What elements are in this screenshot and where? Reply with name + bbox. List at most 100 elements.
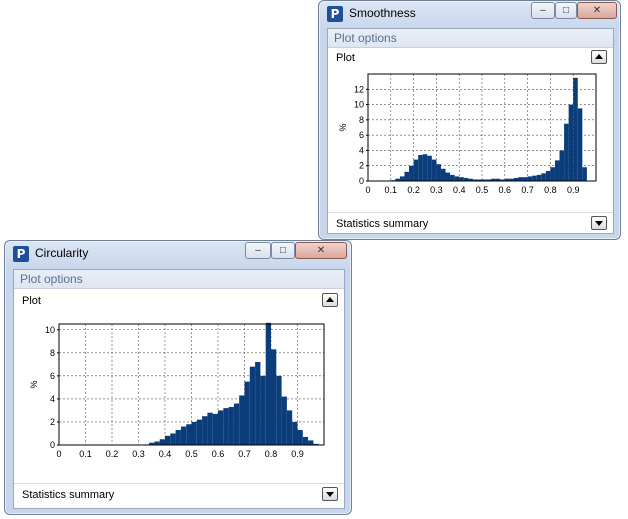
y-tick-label: 8	[50, 348, 55, 358]
collapse-plot-button[interactable]	[322, 293, 338, 307]
x-tick-label: 0.4	[159, 449, 172, 459]
y-tick-label: 10	[45, 325, 55, 335]
histogram-bar	[233, 403, 240, 445]
plot-options-header[interactable]: Plot options	[14, 270, 344, 289]
histogram-bar	[568, 104, 574, 181]
histogram-bar	[450, 174, 455, 181]
y-tick-label: 0	[50, 440, 55, 450]
histogram-bar	[418, 155, 423, 181]
histogram-bar	[170, 433, 176, 445]
chevron-up-icon	[326, 297, 334, 302]
histogram-bar	[186, 424, 192, 445]
histogram-bar	[212, 413, 218, 445]
x-tick-label: 0.8	[544, 185, 557, 195]
histogram-bar	[308, 440, 314, 445]
histogram-bar	[223, 408, 229, 445]
histogram-bar	[523, 177, 528, 181]
plot-section-label: Plot	[22, 295, 41, 307]
histogram-bar	[165, 435, 171, 445]
window-title: Circularity	[35, 246, 89, 260]
expand-stats-button[interactable]	[591, 216, 607, 230]
plot-options-label: Plot options	[20, 272, 83, 286]
plot-section-header[interactable]: Plot	[328, 47, 613, 69]
close-button[interactable]: ✕	[295, 242, 347, 259]
y-tick-label: 6	[50, 371, 55, 381]
histogram-bar	[454, 176, 460, 181]
circularity-panel: Plot options Plot 0 2 4 6 8 10 0 0.1 0.2 0.3 0.4 0.…	[13, 269, 345, 509]
histogram-bar	[271, 349, 277, 445]
histogram-bar	[154, 441, 160, 445]
y-tick-label: 2	[50, 417, 55, 427]
minimize-button[interactable]: –	[531, 2, 555, 19]
window-title: Smoothness	[349, 6, 416, 20]
close-icon: ✕	[592, 5, 602, 16]
y-tick-label: 4	[359, 145, 364, 155]
y-axis-label: %	[29, 380, 39, 388]
histogram-bar	[541, 173, 546, 181]
chevron-down-icon	[326, 492, 334, 497]
histogram-bar	[573, 77, 578, 181]
stats-section-header[interactable]: Statistics summary	[14, 483, 344, 506]
x-tick-label: 0.1	[79, 449, 92, 459]
histogram-bar	[239, 395, 245, 445]
histogram-bar	[159, 439, 165, 445]
histogram-bar	[175, 430, 181, 445]
maximize-button[interactable]: □	[271, 242, 295, 259]
x-tick-label: 0.3	[132, 449, 145, 459]
x-tick-label: 0.7	[521, 185, 534, 195]
plot-section-header[interactable]: Plot	[14, 290, 344, 312]
x-tick-label: 0.4	[453, 185, 466, 195]
collapse-plot-button[interactable]	[591, 50, 607, 64]
chevron-up-icon	[595, 54, 603, 59]
circularity-window: P Circularity – □ ✕ Plot options Plot 0 2…	[4, 240, 352, 515]
circularity-titlebar[interactable]: P Circularity – □ ✕	[5, 241, 351, 267]
minimize-button[interactable]: –	[245, 242, 271, 259]
histogram-bar	[459, 177, 464, 181]
histogram-bar	[218, 410, 224, 445]
histogram-bar	[527, 176, 533, 181]
histogram-bar	[255, 362, 261, 445]
stats-section-label: Statistics summary	[22, 489, 115, 501]
x-tick-label: 0.2	[106, 449, 119, 459]
x-tick-label: 0	[56, 449, 61, 459]
histogram-bar	[409, 165, 414, 181]
plot-area: 0 2 4 6 8 10 12 0 0.1 0.2 0.3 0.4 0.5 0.6 0.7 0.8 0.9%	[328, 69, 613, 209]
app-icon: P	[13, 246, 29, 262]
smoothness-panel: Plot options Plot 0 2 4 6 8 10 12 0 0.1 0.2 0.3 0.4…	[327, 28, 614, 234]
stats-section-label: Statistics summary	[336, 218, 429, 230]
histogram-bar	[436, 164, 441, 181]
smoothness-titlebar[interactable]: P Smoothness – □ ✕	[319, 1, 620, 27]
plot-options-label: Plot options	[334, 31, 397, 45]
histogram-bar	[564, 123, 569, 181]
histogram-bar	[404, 171, 410, 181]
histogram-bar	[292, 421, 298, 445]
histogram-bar	[286, 410, 293, 445]
maximize-button[interactable]: □	[555, 2, 577, 19]
plot-section-label: Plot	[336, 52, 355, 64]
histogram-bar	[536, 174, 542, 181]
x-tick-label: 0.1	[385, 185, 398, 195]
histogram-bar	[207, 412, 213, 445]
y-tick-label: 4	[50, 394, 55, 404]
histogram-bar	[422, 154, 428, 181]
y-axis-label: %	[338, 123, 348, 131]
histogram-bar	[559, 150, 565, 181]
histogram-bar	[202, 416, 208, 445]
histogram-bar	[302, 436, 309, 445]
expand-stats-button[interactable]	[322, 487, 338, 501]
y-tick-label: 12	[354, 84, 364, 94]
maximize-icon: □	[562, 5, 570, 16]
plot-options-header[interactable]: Plot options	[328, 29, 613, 48]
x-tick-label: 0.9	[291, 449, 304, 459]
histogram-bar	[196, 419, 203, 445]
chevron-down-icon	[595, 221, 603, 226]
histogram-bar	[445, 172, 451, 181]
minimize-icon: –	[540, 5, 546, 16]
histogram-bar	[276, 375, 282, 445]
histogram-bar	[554, 160, 560, 181]
stats-section-header[interactable]: Statistics summary	[328, 212, 613, 235]
close-button[interactable]: ✕	[577, 2, 617, 19]
app-icon: P	[327, 6, 343, 22]
y-tick-label: 10	[354, 100, 364, 110]
histogram-bar	[413, 159, 419, 181]
